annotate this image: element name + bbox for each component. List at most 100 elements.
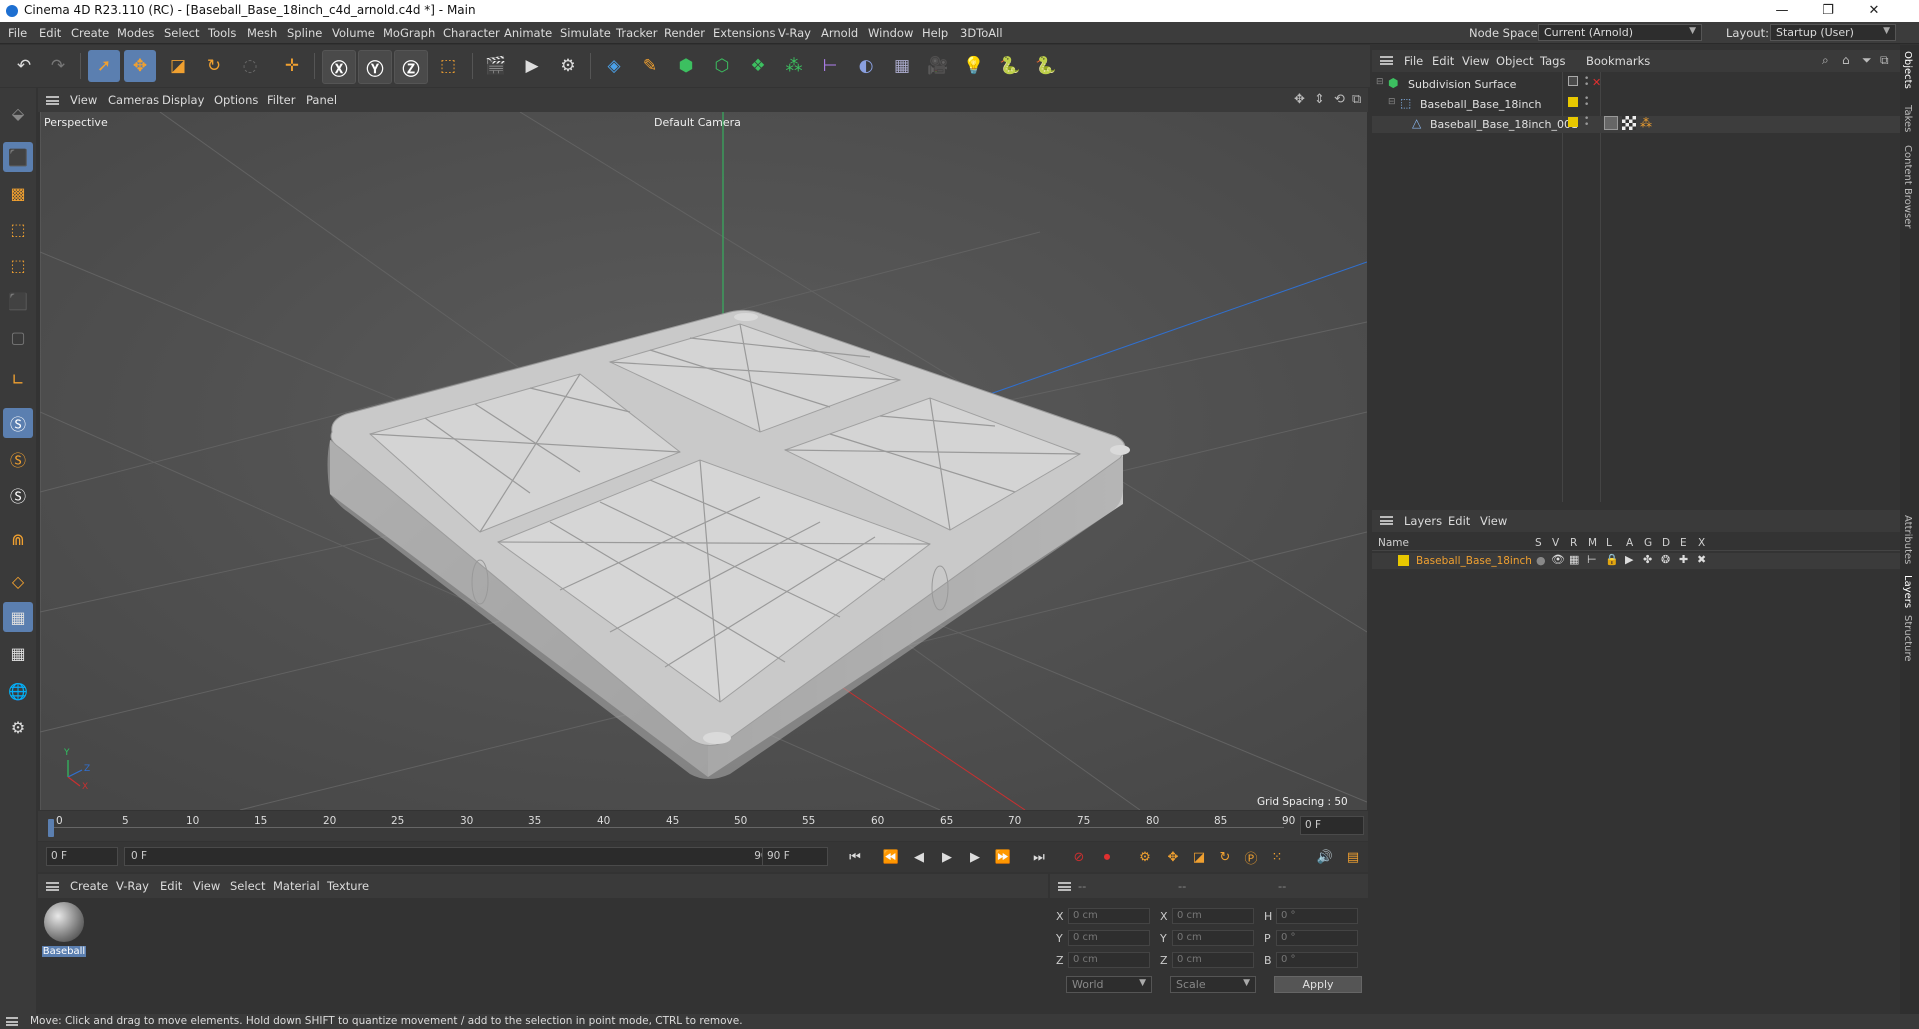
coordinate-space-dropdown[interactable]: World ▼ [1066,976,1152,993]
edges-mode-icon[interactable]: ⬚ [3,250,33,280]
key-parameter-icon[interactable]: Ⓟ [1240,847,1262,867]
object-menu-view[interactable]: View [1462,54,1489,68]
size-y-field[interactable]: 0 cm [1172,930,1254,946]
maximize-view-icon[interactable]: ⧉ [1352,92,1361,107]
minimize-button[interactable]: — [1759,0,1805,22]
object-name[interactable]: Baseball_Base_18inch_001 [1430,118,1578,131]
material-menu-vray[interactable]: V-Ray [116,879,149,893]
rotation-h-field[interactable]: 0 ° [1276,908,1358,924]
layer-menu-edit[interactable]: Edit [1448,514,1470,528]
timeline-ruler[interactable]: 0 5 10 15 20 25 30 35 40 45 50 55 60 65 … [38,811,1368,841]
tab-attributes[interactable]: Attributes [1902,515,1913,564]
tab-objects[interactable]: Objects [1902,51,1913,89]
material-menu-create[interactable]: Create [70,879,108,893]
recent-tool-icon[interactable]: ◌ [234,50,266,82]
hamburger-icon[interactable] [46,882,59,891]
next-key-icon[interactable]: ⏩ [992,847,1014,867]
generator-icon[interactable]: ✤ [1643,553,1652,566]
timeline-playhead[interactable] [48,819,54,837]
new-window-icon[interactable]: ⧉ [1880,53,1889,68]
hamburger-icon[interactable] [46,96,59,105]
x-axis-lock-icon[interactable]: Ⓧ [322,50,356,84]
deformer-icon[interactable]: ⊢ [814,50,846,82]
make-editable-icon[interactable]: ⬙ [3,98,33,128]
material-menu-texture[interactable]: Texture [327,879,369,893]
object-menu-tags[interactable]: Tags [1540,54,1565,68]
collapse-icon[interactable]: ⊟ [1376,77,1384,87]
menu-character[interactable]: Character [443,26,500,40]
snap-settings-icon[interactable]: Ⓢ [3,480,33,510]
material-menu-edit[interactable]: Edit [160,879,182,893]
cube-icon[interactable]: ◈ [598,50,630,82]
render-picture-viewer-icon[interactable]: ▶ [516,50,548,82]
menu-spline[interactable]: Spline [287,26,322,40]
size-x-field[interactable]: 0 cm [1172,908,1254,924]
home-icon[interactable]: ⌂ [1842,53,1850,67]
scale-icon[interactable]: ◪ [162,50,194,82]
phong-tag-icon[interactable]: ⁂ [1640,116,1652,130]
position-x-field[interactable]: 0 cm [1068,908,1150,924]
model-mode-icon[interactable]: ⬛ [3,142,33,172]
workplane-icon[interactable]: ◇ [3,566,33,596]
expression-icon[interactable]: ✚ [1679,553,1688,566]
snap-icon[interactable]: Ⓢ [3,444,33,474]
next-frame-icon[interactable]: ▶ [964,847,986,867]
menu-file[interactable]: File [8,26,27,40]
camera-icon[interactable]: 🎥 [922,50,954,82]
menu-simulate[interactable]: Simulate [560,26,611,40]
disable-x-icon[interactable]: ✕ [1592,76,1601,89]
layer-name[interactable]: Baseball_Base_18inch [1416,555,1532,567]
menu-tracker[interactable]: Tracker [616,26,658,40]
viewport-menu-view[interactable]: View [70,93,97,107]
eye-icon[interactable]: 👁 [1551,553,1565,566]
object-menu-bookmarks[interactable]: Bookmarks [1586,54,1650,68]
cloner-icon[interactable]: ❖ [742,50,774,82]
field-icon[interactable]: ◐ [850,50,882,82]
transform-icon[interactable]: ✛ [276,50,308,82]
pan-view-icon[interactable]: ✥ [1294,92,1305,107]
rotation-b-field[interactable]: 0 ° [1276,952,1358,968]
visibility-dots-icon[interactable]: • • [1584,115,1589,130]
maximize-button[interactable]: ❐ [1805,0,1851,22]
object-menu-file[interactable]: File [1404,54,1423,68]
manager-icon[interactable]: ⊢ [1587,553,1597,566]
axis-mode-icon[interactable]: ∟ [3,364,33,394]
points-mode-icon[interactable]: ⬚ [3,214,33,244]
material-menu-material[interactable]: Material [273,879,320,893]
current-frame-field[interactable]: 0 F [1300,816,1364,835]
material-tag-icon[interactable] [1604,116,1618,130]
key-pla-icon[interactable]: ⁙ [1266,847,1288,867]
material-preview-baseball[interactable] [44,902,84,942]
viewport-menu-display[interactable]: Display [162,93,204,107]
xref-icon[interactable]: ✖ [1697,553,1706,566]
end-frame-field[interactable]: 90 F [762,847,828,866]
material-name-baseball[interactable]: Baseball [42,946,86,957]
visibility-dots-icon[interactable]: • • [1584,75,1589,90]
layer-color-swatch[interactable] [1568,117,1578,127]
menu-render[interactable]: Render [664,26,705,40]
menu-arnold[interactable]: Arnold [821,26,858,40]
key-rotation-icon[interactable]: ↻ [1214,847,1236,867]
object-row[interactable]: ⊟ ⬢ Subdivision Surface • • ✕ [1372,75,1900,93]
viewport-menu-cameras[interactable]: Cameras [108,93,159,107]
magnet-icon[interactable]: ⋒ [3,524,33,554]
texture-mode-icon[interactable]: ▩ [3,178,33,208]
autokey-icon[interactable]: ⏺ [1096,847,1118,867]
timeline-window-icon[interactable]: ▤ [1342,847,1364,867]
camera-label[interactable]: Default Camera [654,116,741,129]
layer-color-swatch[interactable] [1568,97,1578,107]
layout-dropdown[interactable]: Startup (User) ▼ [1770,24,1896,41]
material-menu-select[interactable]: Select [230,879,265,893]
z-axis-lock-icon[interactable]: Ⓩ [394,50,428,84]
record-keys-icon[interactable]: ⊘ [1068,847,1090,867]
go-to-end-icon[interactable]: ⏭ [1028,847,1050,867]
object-name[interactable]: Baseball_Base_18inch [1420,98,1541,111]
menu-window[interactable]: Window [868,26,913,40]
move-icon[interactable]: ✥ [124,50,156,82]
motion-sound-icon[interactable]: 🔊 [1314,847,1336,867]
key-position-icon[interactable]: ✥ [1162,847,1184,867]
position-y-field[interactable]: 0 cm [1068,930,1150,946]
viewport-menu-options[interactable]: Options [214,93,258,107]
key-settings-icon[interactable]: ⚙ [1134,847,1156,867]
apply-button[interactable]: Apply [1274,976,1362,993]
